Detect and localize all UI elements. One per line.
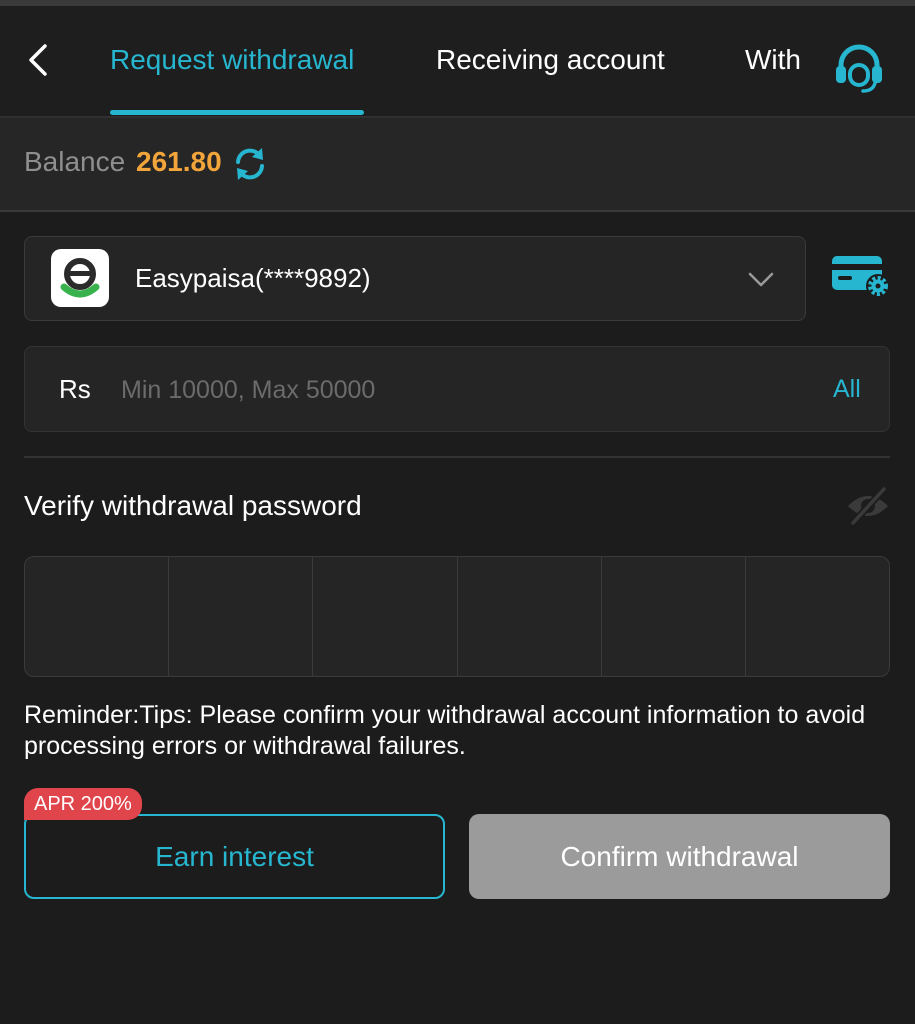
easypaisa-logo <box>51 249 109 307</box>
back-button[interactable] <box>20 42 56 78</box>
pin-digit-6[interactable] <box>746 557 889 676</box>
amount-field: Rs All <box>24 346 890 432</box>
balance-value: 261.80 <box>136 146 222 177</box>
password-pin-input[interactable] <box>24 556 890 677</box>
chevron-down-icon <box>748 272 774 287</box>
pin-digit-1[interactable] <box>25 557 170 676</box>
balance-divider <box>0 210 915 212</box>
pin-digit-2[interactable] <box>169 557 314 676</box>
pin-digit-5[interactable] <box>602 557 746 676</box>
customer-support-button[interactable] <box>828 36 890 98</box>
account-name: Easypaisa(****9892) <box>135 263 371 293</box>
pin-digit-4[interactable] <box>458 557 602 676</box>
headset-icon <box>836 44 882 93</box>
amount-input[interactable] <box>119 369 803 411</box>
balance-bar: Balance 261.80 <box>0 118 915 210</box>
tab-receiving-account[interactable]: Receiving account <box>436 40 665 80</box>
eye-slash-icon[interactable] <box>844 484 892 528</box>
section-divider <box>24 456 890 458</box>
card-settings-icon[interactable] <box>830 252 892 300</box>
reminder-tips: Reminder:Tips: Please confirm your withd… <box>24 701 866 760</box>
refresh-icon[interactable] <box>232 146 268 182</box>
chevron-left-icon <box>29 44 47 76</box>
confirm-withdrawal-button[interactable]: Confirm withdrawal <box>469 814 890 899</box>
tab-withdrawal-history[interactable]: With <box>745 40 801 80</box>
earn-interest-button[interactable]: Earn interest <box>24 814 445 899</box>
active-tab-indicator <box>110 110 364 115</box>
balance-label: Balance <box>24 146 126 177</box>
verify-password-label: Verify withdrawal password <box>24 490 362 521</box>
all-amount-button[interactable]: All <box>833 369 861 409</box>
tab-request-withdrawal[interactable]: Request withdrawal <box>110 40 354 80</box>
pin-digit-3[interactable] <box>313 557 458 676</box>
apr-badge: APR 200% <box>24 788 142 820</box>
header: Request withdrawal Receiving account Wit… <box>0 6 915 116</box>
account-dropdown[interactable]: Easypaisa(****9892) <box>24 236 806 321</box>
currency-label: Rs <box>59 374 91 404</box>
